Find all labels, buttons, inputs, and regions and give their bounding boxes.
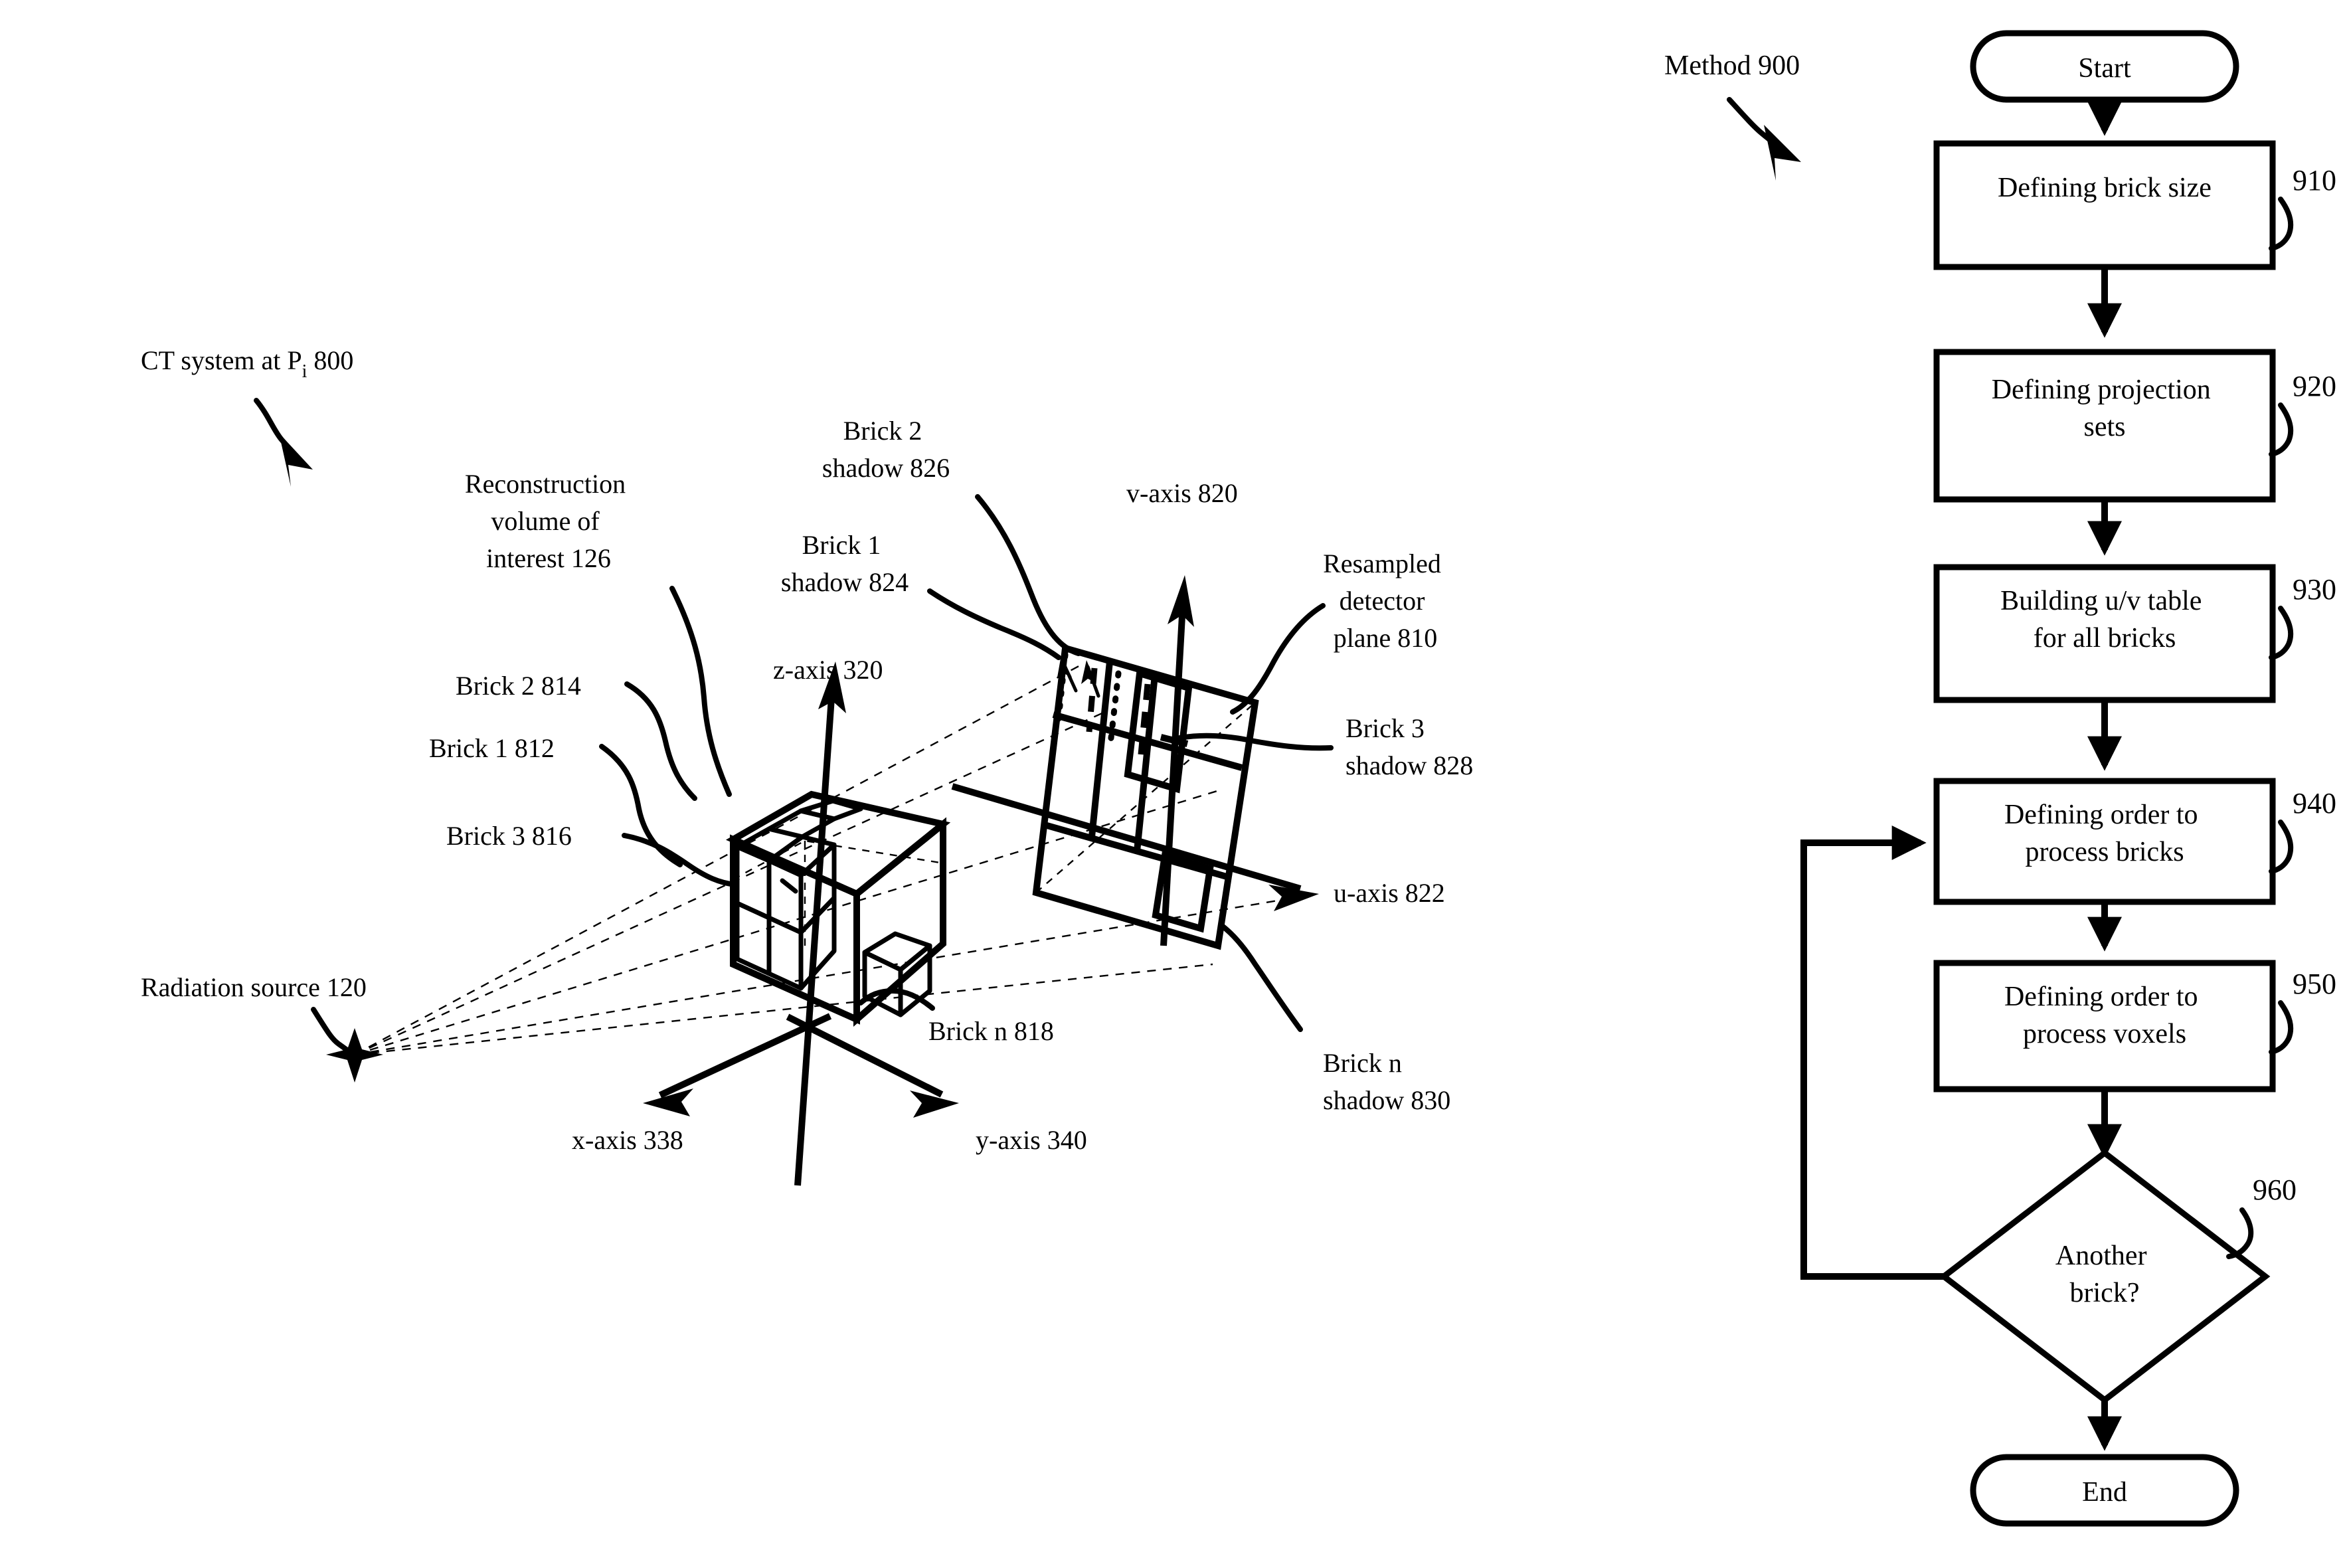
resampled-detector-plane-label: Resampled detector plane 810 <box>1323 549 1448 653</box>
flow-node-930[interactable]: Building u/v table for all bricks 930 <box>1933 564 2336 703</box>
start-terminator-label: Start <box>2078 53 2131 84</box>
figure-svg: CT system at Pi 800 Radiation source 120 <box>141 30 2336 1527</box>
x-axis-label: x-axis 338 <box>572 1125 683 1155</box>
flow-node-910[interactable]: Defining brick size 910 <box>1933 140 2336 270</box>
connector-960-loop-to-940 <box>1800 826 1944 1280</box>
y-axis-arrowhead <box>910 1090 959 1118</box>
brick-2-shadow-label: Brick 2 shadow 826 <box>822 416 950 483</box>
v-axis-label: v-axis 820 <box>1126 478 1238 508</box>
brick-2-leader <box>624 681 697 801</box>
node-950-ref-number: 950 <box>2293 968 2336 1000</box>
brick-4-front-face <box>766 915 804 991</box>
end-terminator-label: End <box>2082 1477 2127 1508</box>
patent-figure-canvas: CT system at Pi 800 Radiation source 120 <box>0 0 2347 1568</box>
radiation-source-label: Radiation source 120 <box>141 972 367 1002</box>
reconstruction-volume-label: Reconstruction volume of interest 126 <box>465 469 632 573</box>
ct-system-pointer-arrowhead <box>279 433 313 487</box>
method-900-title-group: Method 900 <box>1664 50 1801 181</box>
node-930-ref-number: 930 <box>2293 573 2336 606</box>
u-axis-label: u-axis 822 <box>1334 878 1445 908</box>
flow-node-920[interactable]: Defining projection sets 920 <box>1933 349 2336 503</box>
ct-system-title: CT system at Pi 800 <box>141 345 353 382</box>
flow-node-end[interactable]: End <box>1970 1454 2239 1527</box>
node-920-ref-number: 920 <box>2293 370 2336 402</box>
brick-3-shadow-label: Brick 3 shadow 828 <box>1346 713 1473 780</box>
ct-system-title-group: CT system at Pi 800 <box>141 345 353 487</box>
brick-3-front-face <box>735 901 772 976</box>
volume-top-face <box>725 790 951 898</box>
brick-1-shadow-leader <box>927 588 1061 660</box>
brick-3-shadow-leader <box>1174 733 1334 751</box>
method-900-label: Method 900 <box>1664 50 1800 81</box>
flow-node-940[interactable]: Defining order to process bricks 940 <box>1933 778 2336 905</box>
brick-3-label: Brick 3 816 <box>446 821 572 851</box>
brick-edge-tick <box>780 878 798 894</box>
method-900-flowchart: Method 900 Start Defining brick size 910 <box>1664 30 2336 1527</box>
node-960-ref-number: 960 <box>2253 1174 2297 1206</box>
brick-2-label: Brick 2 814 <box>456 671 581 701</box>
reconstruction-volume-leader <box>669 586 732 797</box>
detector-plane-leader <box>1230 603 1326 715</box>
radiation-source-group: Radiation source 120 <box>141 972 383 1083</box>
y-axis-label: y-axis 340 <box>976 1125 1087 1155</box>
node-910-shape[interactable] <box>1933 140 2276 270</box>
brick-2-shadow-leader <box>975 494 1081 656</box>
node-910-ref-number: 910 <box>2293 164 2336 197</box>
node-960-shape[interactable] <box>1939 1149 2271 1404</box>
radiation-source-star-icon <box>326 1028 383 1083</box>
radiation-source-leader <box>311 1007 355 1056</box>
brick-1-leader <box>599 744 683 867</box>
u-axis-line <box>951 783 1302 892</box>
brick-n-shadow-leader <box>1219 923 1303 1032</box>
flow-node-960[interactable]: Another brick? 960 <box>1939 1149 2297 1404</box>
node-910-label: Defining brick size <box>1998 173 2212 203</box>
brick-3-leader <box>622 833 739 887</box>
brick-n-label: Brick n 818 <box>928 1016 1054 1046</box>
ct-system-diagram: CT system at Pi 800 Radiation source 120 <box>141 345 1473 1186</box>
method-900-pointer-arrowhead <box>1764 125 1801 181</box>
node-940-ref-number: 940 <box>2293 787 2336 820</box>
flow-node-start[interactable]: Start <box>1970 30 2239 103</box>
brick-n-shadow-label: Brick n shadow 830 <box>1323 1048 1450 1115</box>
flow-node-950[interactable]: Defining order to process voxels 950 <box>1933 960 2336 1092</box>
brick-1-shadow-label: Brick 1 shadow 824 <box>781 530 909 597</box>
z-axis-label: z-axis 320 <box>773 655 883 685</box>
brick-cluster <box>735 798 932 1017</box>
ray-upper-1 <box>354 663 1083 1056</box>
brick-1-label: Brick 1 812 <box>429 733 555 763</box>
y-axis-line <box>786 1013 944 1098</box>
